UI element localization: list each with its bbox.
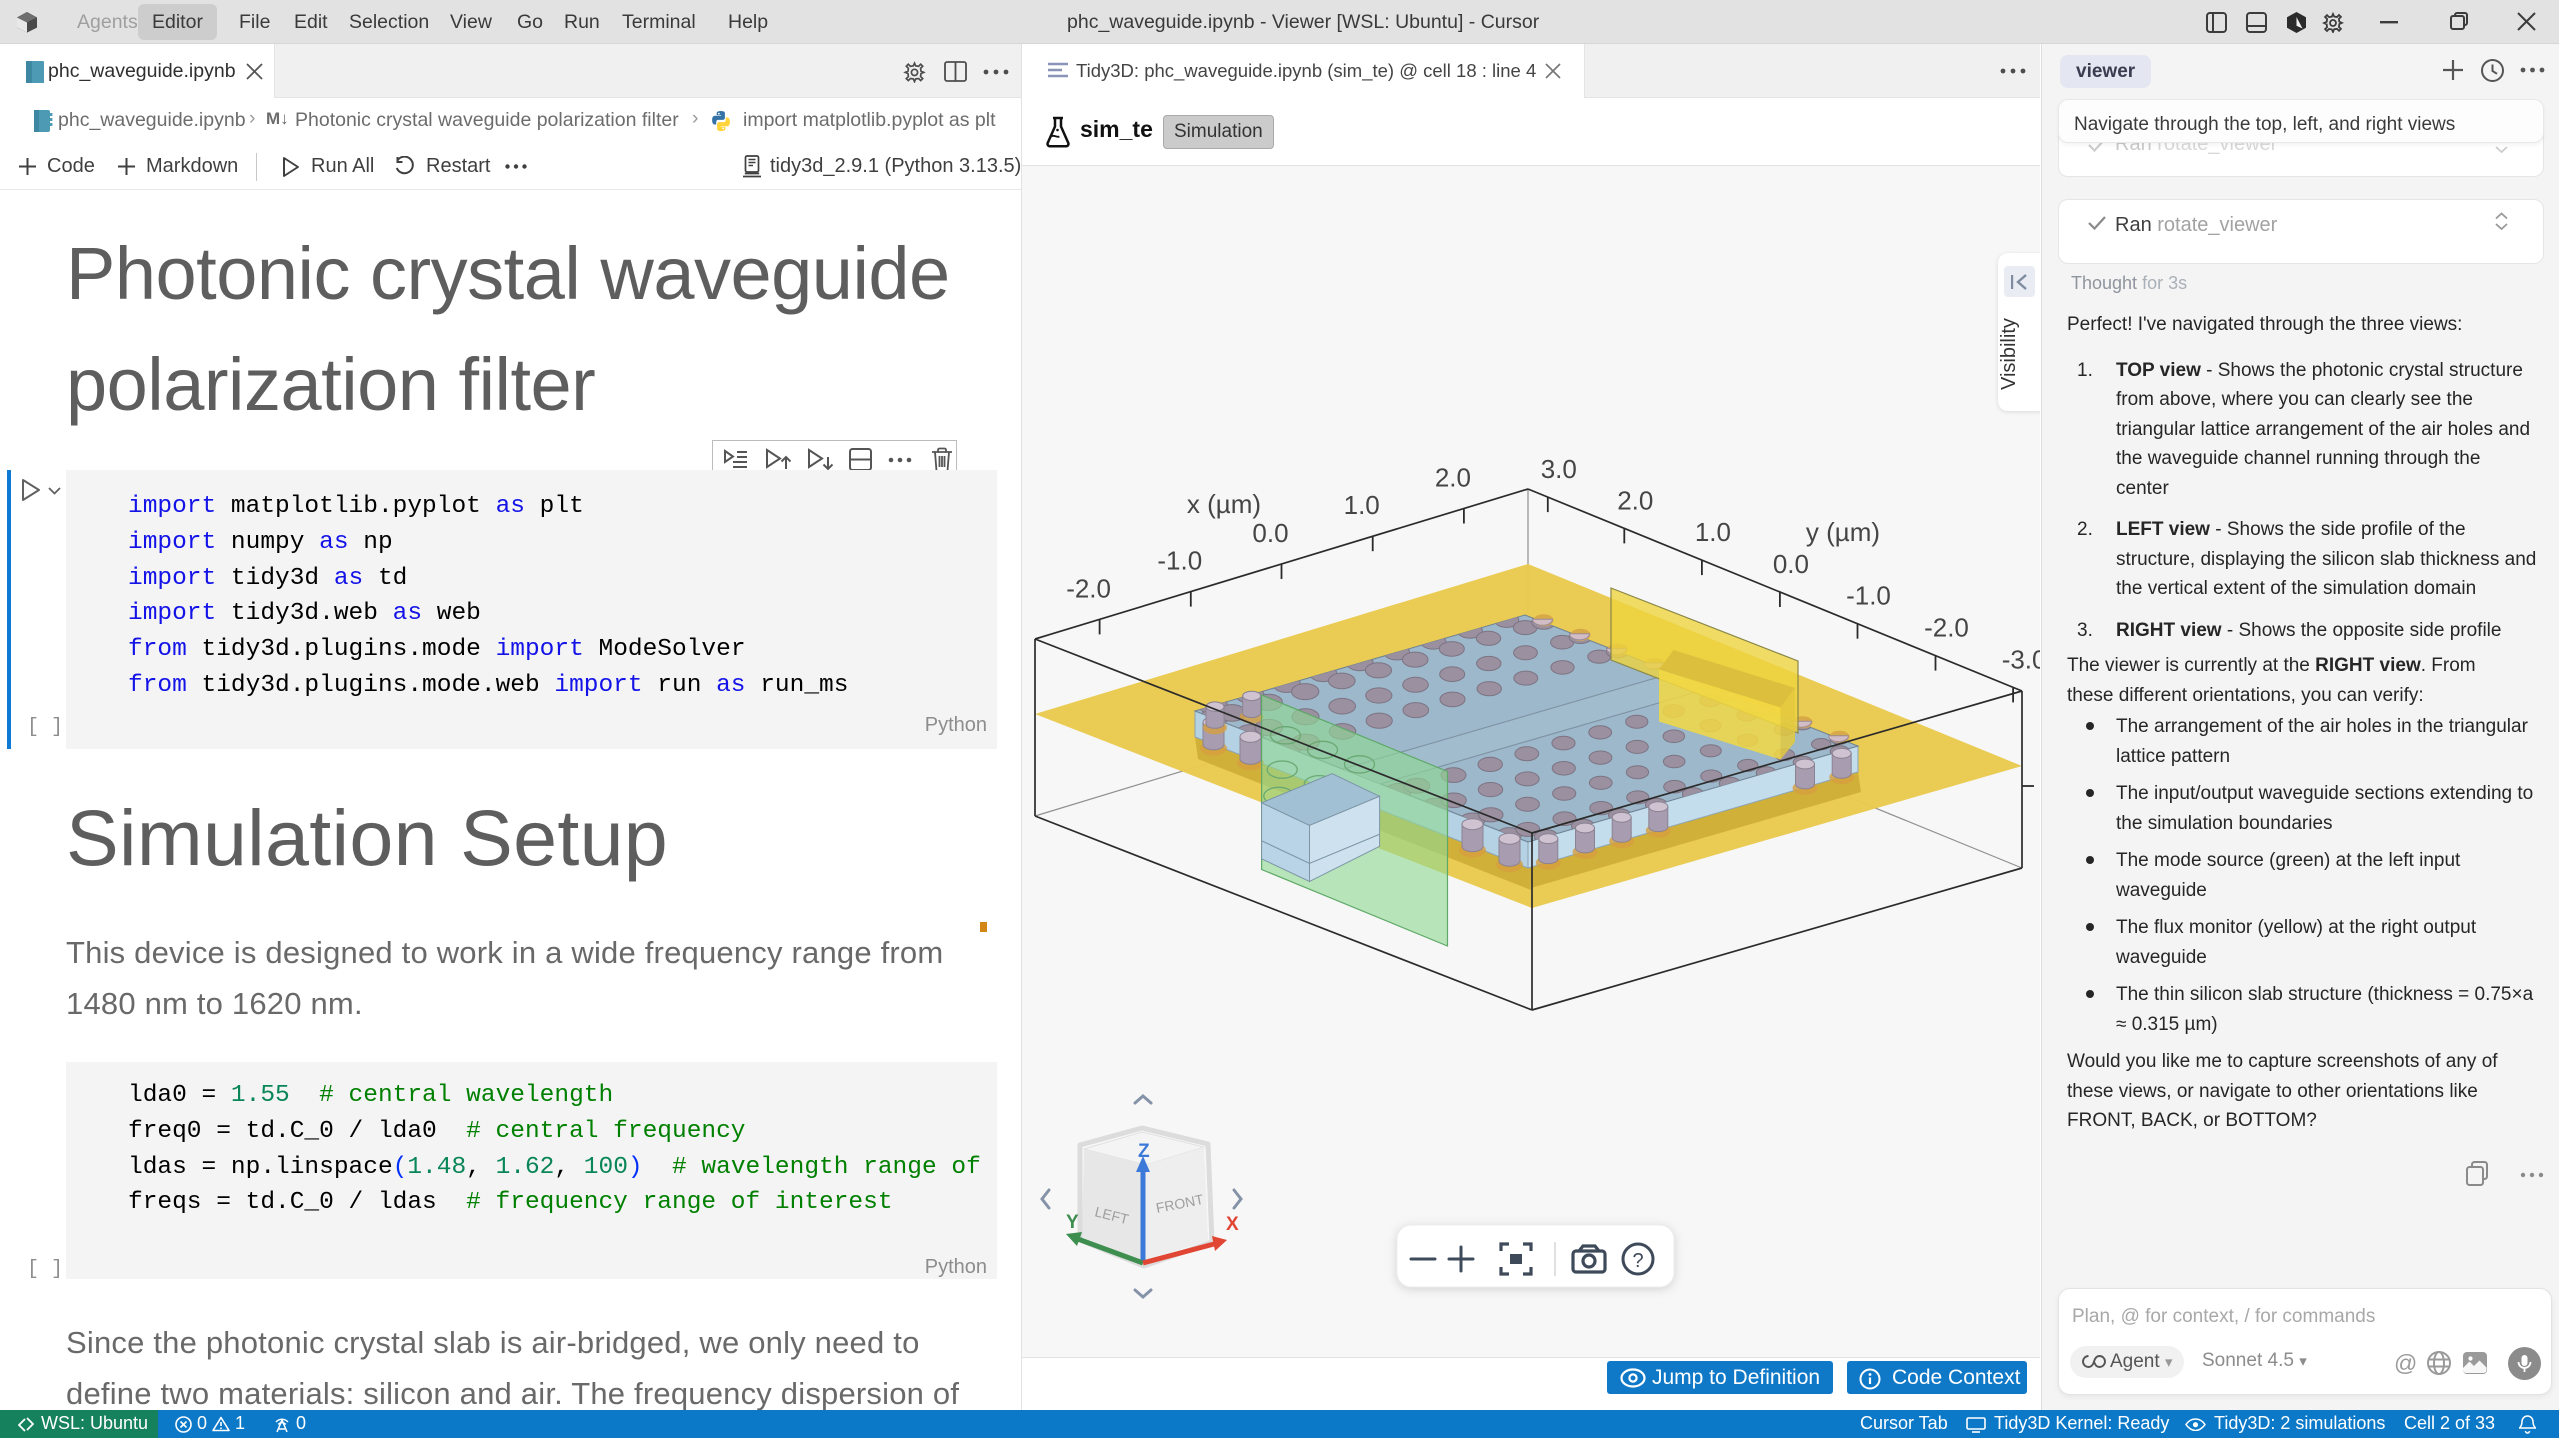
- svg-text:-1.0: -1.0: [1846, 581, 1891, 611]
- svg-text:-2.0: -2.0: [1924, 613, 1969, 643]
- svg-text:Y: Y: [1066, 1212, 1079, 1233]
- svg-text:1.0: 1.0: [1344, 490, 1380, 520]
- svg-text:2.0: 2.0: [1617, 485, 1653, 515]
- svg-text:0.0: 0.0: [1773, 549, 1809, 579]
- svg-text:X: X: [1226, 1214, 1239, 1235]
- svg-text:?: ?: [1632, 1250, 1643, 1272]
- svg-text:Z: Z: [1138, 1141, 1150, 1162]
- svg-text:y (µm): y (µm): [1806, 517, 1880, 547]
- svg-text:2.0: 2.0: [1435, 463, 1471, 493]
- svg-text:3.0: 3.0: [1541, 454, 1577, 484]
- svg-text:-3.0: -3.0: [2002, 644, 2040, 674]
- svg-text:1.0: 1.0: [1695, 517, 1731, 547]
